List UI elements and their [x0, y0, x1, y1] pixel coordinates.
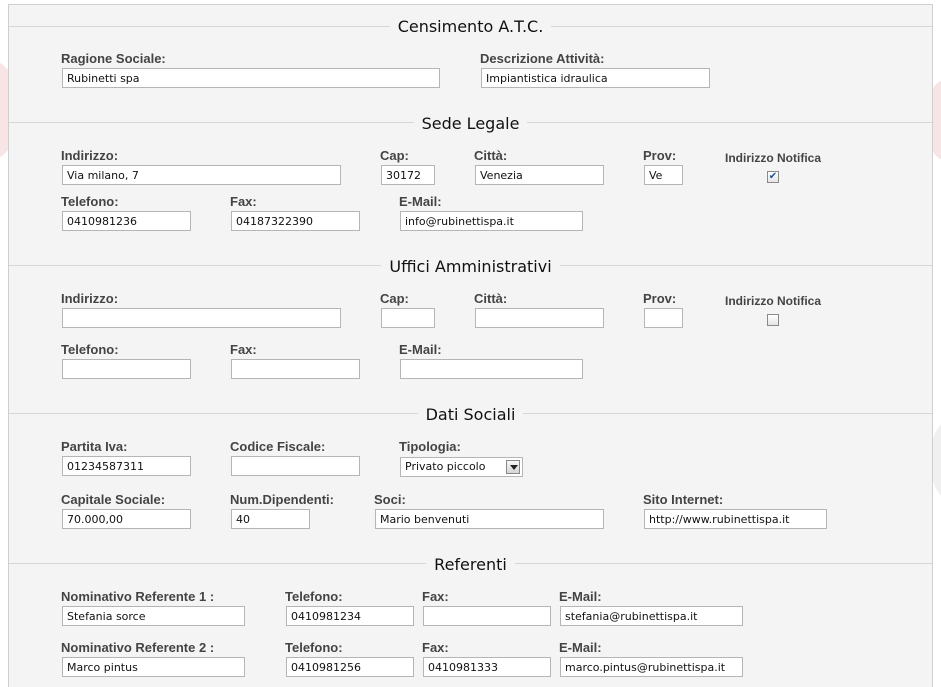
codice-fiscale-field[interactable]: [231, 456, 360, 476]
sede-email-label: E-Mail:: [399, 194, 442, 209]
sede-citta-field[interactable]: [475, 165, 604, 185]
uffici-email-label: E-Mail:: [399, 342, 442, 357]
uffici-telefono-field[interactable]: [62, 359, 191, 379]
soci-label: Soci:: [374, 492, 406, 507]
capitale-sociale-label: Capitale Sociale:: [61, 492, 166, 507]
referente-1-telefono-label: Telefono:: [285, 589, 343, 604]
sede-telefono-field[interactable]: [62, 211, 191, 231]
referente-1-email-field[interactable]: [560, 606, 743, 626]
partita-iva-label: Partita Iva:: [61, 439, 128, 454]
sede-cap-label: Cap:: [380, 148, 409, 163]
sede-notifica-label: Indirizzo Notifica: [725, 151, 821, 165]
num-dipendenti-field[interactable]: [231, 509, 310, 529]
uffici-citta-label: Città:: [474, 291, 508, 306]
section-title-censimento: Censimento A.T.C.: [9, 17, 932, 36]
atc-form-panel: Censimento A.T.C. Ragione Sociale: Descr…: [8, 4, 933, 687]
uffici-telefono-label: Telefono:: [61, 342, 119, 357]
ragione-sociale-field[interactable]: [62, 68, 440, 88]
referente-2-telefono-label: Telefono:: [285, 640, 343, 655]
ragione-sociale-label: Ragione Sociale:: [61, 51, 166, 66]
sede-telefono-label: Telefono:: [61, 194, 119, 209]
section-title-uffici: Uffici Amministrativi: [9, 257, 932, 276]
num-dipendenti-label: Num.Dipendenti:: [230, 492, 334, 507]
sede-notifica-checkbox[interactable]: ✔: [767, 171, 779, 183]
referente-2-email-field[interactable]: [560, 657, 743, 677]
uffici-cap-label: Cap:: [380, 291, 409, 306]
sede-email-field[interactable]: [400, 211, 583, 231]
referente-2-fax-label: Fax:: [422, 640, 449, 655]
section-title-dati-sociali: Dati Sociali: [9, 405, 932, 424]
referente-2-email-label: E-Mail:: [559, 640, 602, 655]
sede-fax-label: Fax:: [230, 194, 257, 209]
section-title-referenti: Referenti: [9, 555, 932, 574]
codice-fiscale-label: Codice Fiscale:: [230, 439, 326, 454]
uffici-fax-field[interactable]: [231, 359, 360, 379]
uffici-citta-field[interactable]: [475, 308, 604, 328]
uffici-indirizzo-field[interactable]: [62, 308, 341, 328]
uffici-cap-field[interactable]: [381, 308, 435, 328]
capitale-sociale-field[interactable]: [62, 509, 191, 529]
referente-1-telefono-field[interactable]: [286, 606, 414, 626]
tipologia-label: Tipologia:: [399, 439, 461, 454]
sede-indirizzo-field[interactable]: [62, 165, 341, 185]
sito-internet-label: Sito Internet:: [643, 492, 724, 507]
checkmark-icon: ✔: [768, 171, 778, 182]
referente-1-email-label: E-Mail:: [559, 589, 602, 604]
tipologia-selected-value: Privato piccolo: [405, 460, 486, 473]
tipologia-select[interactable]: Privato piccolo: [400, 457, 523, 477]
referente-2-nome-label: Nominativo Referente 2 :: [61, 640, 215, 655]
uffici-notifica-label: Indirizzo Notifica: [725, 294, 821, 308]
descrizione-attivita-label: Descrizione Attività:: [480, 51, 605, 66]
sito-internet-field[interactable]: [644, 509, 827, 529]
section-title-sede-legale: Sede Legale: [9, 114, 932, 133]
soci-field[interactable]: [375, 509, 604, 529]
uffici-fax-label: Fax:: [230, 342, 257, 357]
sede-fax-field[interactable]: [231, 211, 360, 231]
partita-iva-field[interactable]: [62, 456, 191, 476]
referente-1-nome-label: Nominativo Referente 1 :: [61, 589, 215, 604]
uffici-prov-label: Prov:: [643, 291, 677, 306]
referente-2-telefono-field[interactable]: [286, 657, 414, 677]
sede-prov-field[interactable]: [644, 165, 683, 185]
referente-1-fax-label: Fax:: [422, 589, 449, 604]
referente-1-fax-field[interactable]: [423, 606, 551, 626]
uffici-prov-field[interactable]: [644, 308, 683, 328]
sede-indirizzo-label: Indirizzo:: [61, 148, 119, 163]
referente-1-nome-field[interactable]: [62, 606, 245, 626]
uffici-indirizzo-label: Indirizzo:: [61, 291, 119, 306]
sede-prov-label: Prov:: [643, 148, 677, 163]
referente-2-fax-field[interactable]: [423, 657, 551, 677]
referente-2-nome-field[interactable]: [62, 657, 245, 677]
chevron-down-icon[interactable]: [506, 460, 520, 474]
sede-citta-label: Città:: [474, 148, 508, 163]
descrizione-attivita-field[interactable]: [481, 68, 710, 88]
uffici-email-field[interactable]: [400, 359, 583, 379]
sede-cap-field[interactable]: [381, 165, 435, 185]
uffici-notifica-checkbox[interactable]: [767, 314, 779, 326]
